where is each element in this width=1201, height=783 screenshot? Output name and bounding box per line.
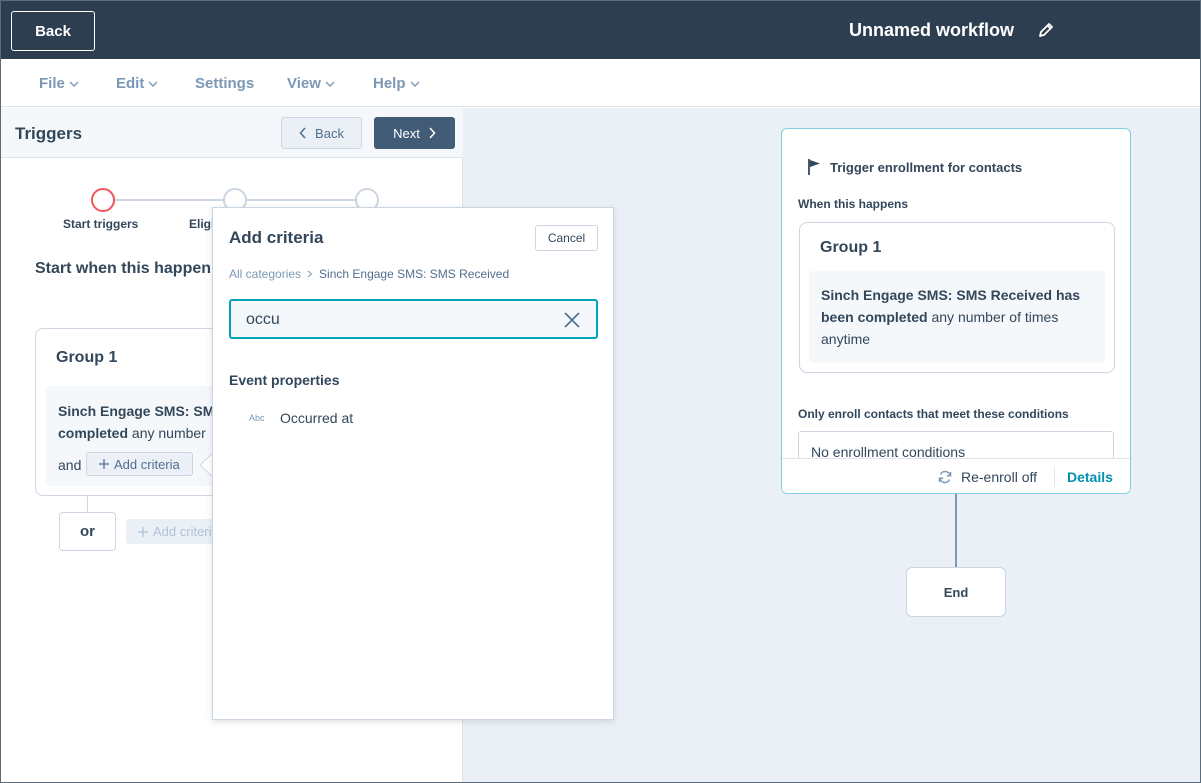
chevron-right-icon (429, 127, 436, 139)
text-type-icon: Abc (249, 413, 265, 423)
add-criteria-disabled-button[interactable]: Add criteri (126, 519, 221, 544)
details-link[interactable]: Details (1067, 469, 1113, 485)
menu-edit-label: Edit (116, 75, 145, 92)
add-criteria-button[interactable]: Add criteria (86, 452, 193, 476)
chevron-right-icon (307, 270, 313, 278)
panel-header: Triggers Back Next (1, 108, 463, 158)
flag-icon (808, 159, 820, 175)
workflow-title[interactable]: Unnamed workflow (849, 20, 1014, 41)
trigger-card-criteria: Sinch Engage SMS: SMS Received has been … (809, 271, 1105, 363)
plus-icon (138, 526, 148, 537)
and-label: and (58, 457, 82, 473)
add-criteria-disabled-label: Add criteri (153, 524, 212, 539)
re-enroll-status[interactable]: Re-enroll off (961, 469, 1037, 485)
panel-back-label: Back (315, 125, 344, 141)
trigger-enrollment-card[interactable]: Trigger enrollment for contacts When thi… (781, 128, 1131, 494)
menu-file[interactable]: File (39, 75, 79, 92)
menu-edit[interactable]: Edit (116, 75, 158, 92)
group-title: Group 1 (56, 349, 118, 366)
step-connector (246, 199, 356, 201)
menu-view-label: View (287, 75, 321, 92)
add-criteria-popover: Add criteria Cancel All categories Sinch… (212, 207, 614, 720)
or-connector (87, 496, 88, 512)
menu-bar: File Edit Settings View Help (1, 59, 1200, 107)
trigger-card-group: Group 1 Sinch Engage SMS: SMS Received h… (799, 222, 1115, 373)
clear-icon[interactable] (564, 312, 580, 328)
flow-connector (955, 494, 957, 567)
breadcrumb-all-categories[interactable]: All categories (229, 267, 301, 281)
chevron-down-icon (148, 81, 158, 87)
chevron-left-icon (299, 127, 306, 139)
workflow-editor: Back Unnamed workflow File Edit Settings… (0, 0, 1201, 783)
trigger-card-criteria-text: Sinch Engage SMS: SMS Received has been … (821, 284, 1101, 350)
only-enroll-label: Only enroll contacts that meet these con… (798, 407, 1069, 421)
step-dot-start-triggers[interactable] (91, 188, 115, 212)
menu-help-label: Help (373, 75, 406, 92)
search-input-value: occu (246, 311, 280, 328)
criteria-rest: any number (128, 425, 206, 441)
plus-icon (99, 459, 109, 469)
panel-back-button[interactable]: Back (281, 117, 362, 149)
menu-file-label: File (39, 75, 65, 92)
search-input[interactable]: occu (229, 299, 598, 339)
result-item-occurred-at[interactable]: Occurred at (280, 410, 353, 426)
refresh-icon (938, 470, 952, 484)
when-this-happens-label: When this happens (798, 197, 909, 211)
popover-title: Add criteria (229, 228, 324, 247)
chevron-down-icon (325, 81, 335, 87)
start-when-heading: Start when this happen (35, 260, 212, 277)
panel-next-button[interactable]: Next (374, 117, 455, 149)
trigger-card-group-title: Group 1 (820, 239, 882, 256)
trigger-card-title: Trigger enrollment for contacts (830, 160, 1023, 175)
chevron-down-icon (410, 81, 420, 87)
top-bar: Back Unnamed workflow (1, 1, 1200, 59)
add-criteria-label: Add criteria (114, 456, 180, 472)
trigger-card-footer: Re-enroll off Details (782, 458, 1130, 493)
step-connector (114, 199, 224, 201)
breadcrumb: All categories Sinch Engage SMS: SMS Rec… (229, 267, 509, 281)
pencil-icon[interactable] (1037, 21, 1055, 39)
end-node[interactable]: End (906, 567, 1006, 617)
cancel-button[interactable]: Cancel (535, 225, 598, 251)
footer-divider (1054, 467, 1055, 487)
or-button[interactable]: or (59, 512, 116, 551)
back-button[interactable]: Back (11, 11, 95, 51)
step-label-eligibility: Eligi (189, 217, 215, 231)
section-heading-event-properties: Event properties (229, 372, 340, 388)
panel-title: Triggers (15, 124, 83, 143)
menu-settings[interactable]: Settings (195, 75, 254, 92)
menu-view[interactable]: View (287, 75, 335, 92)
menu-settings-label: Settings (195, 75, 255, 92)
panel-next-label: Next (393, 125, 420, 141)
criteria-status: completed (58, 425, 129, 441)
step-label-start-triggers: Start triggers (63, 217, 139, 231)
menu-help[interactable]: Help (373, 75, 420, 92)
breadcrumb-current: Sinch Engage SMS: SMS Received (319, 267, 510, 281)
chevron-down-icon (69, 81, 79, 87)
criteria-event: Sinch Engage SMS: SM (58, 403, 215, 419)
